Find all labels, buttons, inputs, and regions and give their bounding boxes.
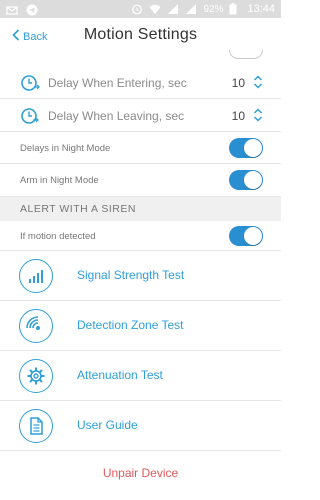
wifi-icon (149, 3, 161, 15)
signal-icon-2 (185, 3, 197, 15)
section-title: ALERT WITH A SIREN (20, 203, 136, 215)
if-motion-toggle[interactable] (229, 226, 263, 246)
delay-leaving-row: Delay When Leaving, sec 10 (0, 99, 281, 132)
mail-icon (6, 3, 18, 15)
gear-icon (19, 359, 53, 393)
toggle-knob (244, 227, 262, 245)
alarm-icon (131, 3, 143, 15)
attenuation-test-label: Attenuation Test (77, 368, 163, 382)
battery-percent: 92% (203, 3, 224, 15)
detection-zone-icon (19, 309, 53, 343)
delays-night-label: Delays in Night Mode (20, 143, 111, 154)
arm-night-row: Arm in Night Mode (0, 164, 281, 197)
siren-section-header: ALERT WITH A SIREN (0, 197, 281, 221)
page-title: Motion Settings (83, 26, 198, 43)
telegram-icon (26, 3, 38, 16)
attenuation-test-row[interactable]: Attenuation Test (0, 351, 281, 401)
stepper-entering-icon[interactable] (253, 74, 263, 90)
detection-zone-test-row[interactable]: Detection Zone Test (0, 301, 281, 351)
delay-entering-value[interactable]: 10 (232, 76, 245, 90)
toggle-knob (244, 171, 262, 189)
delay-leaving-label: Delay When Leaving, sec (48, 109, 185, 123)
unpair-device-button[interactable]: Unpair Device (0, 466, 281, 480)
if-motion-label: If motion detected (20, 231, 96, 242)
partial-row (0, 50, 281, 66)
signal-icon (167, 3, 179, 15)
delay-entering-label: Delay When Entering, sec (48, 76, 187, 90)
signal-bars-icon (19, 259, 53, 293)
status-bar: 92% 13:44 (0, 0, 281, 18)
clock-leave-icon (20, 106, 40, 126)
user-guide-row[interactable]: User Guide (0, 401, 281, 451)
toggle-knob (244, 139, 262, 157)
delay-leaving-value[interactable]: 10 (232, 109, 245, 123)
clock-enter-icon (20, 73, 40, 93)
document-icon (19, 409, 53, 443)
if-motion-row: If motion detected (0, 221, 281, 251)
delays-night-row: Delays in Night Mode (0, 132, 281, 164)
user-guide-label: User Guide (77, 418, 138, 432)
delays-night-toggle[interactable] (229, 138, 263, 158)
signal-strength-test-row[interactable]: Signal Strength Test (0, 251, 281, 301)
signal-strength-test-label: Signal Strength Test (77, 268, 185, 282)
detection-zone-test-label: Detection Zone Test (77, 318, 184, 332)
arm-night-toggle[interactable] (229, 170, 263, 190)
clock-time: 13:44 (247, 3, 275, 15)
delay-entering-row: Delay When Entering, sec 10 (0, 66, 281, 99)
arm-night-label: Arm in Night Mode (20, 175, 99, 186)
stepper-leaving-icon[interactable] (253, 107, 263, 123)
partial-toggle[interactable] (229, 50, 263, 59)
battery-icon (229, 3, 241, 15)
